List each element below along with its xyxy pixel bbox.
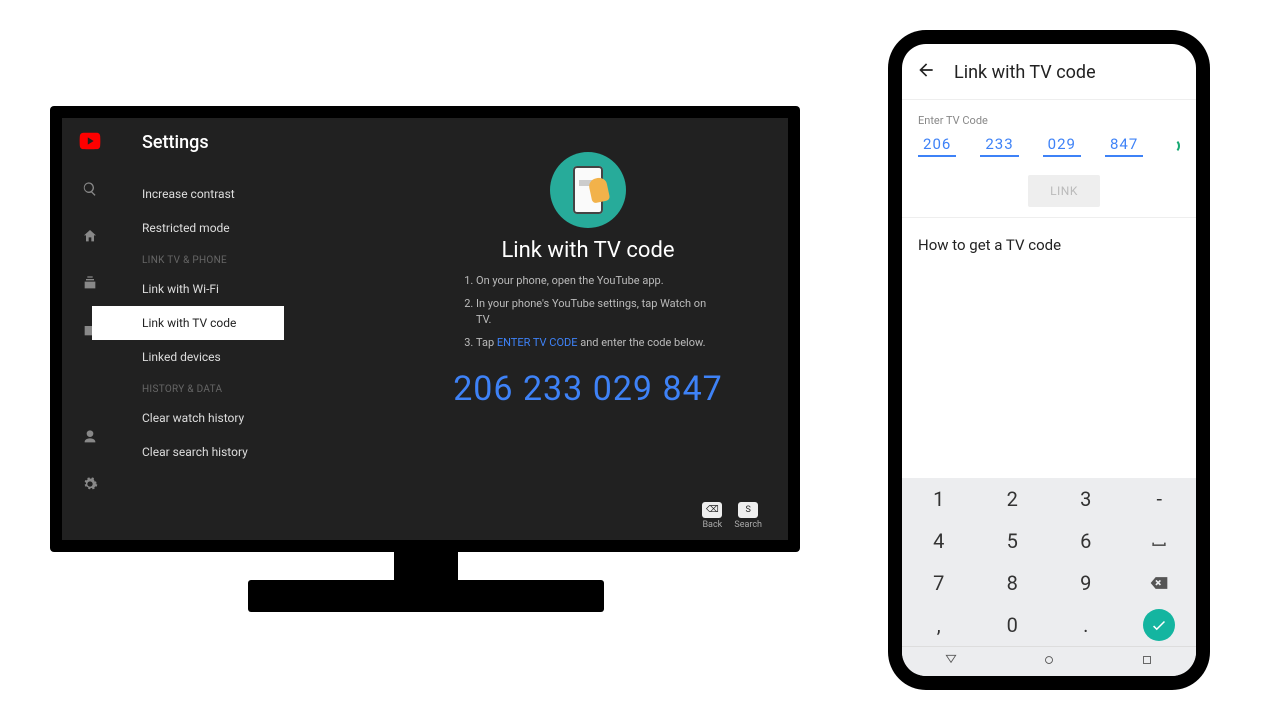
hint-search: S Search (734, 502, 762, 530)
code-input-4[interactable]: 847 (1105, 135, 1143, 157)
page-title: Settings (118, 126, 388, 177)
menu-item-clear-search-history[interactable]: Clear search history (118, 435, 388, 469)
remote-hints: ⌫ Back S Search (702, 502, 762, 530)
hero-illustration (550, 152, 626, 228)
key-3[interactable]: 3 (1049, 478, 1123, 520)
search-icon[interactable] (82, 181, 98, 200)
back-arrow-icon[interactable] (916, 60, 936, 85)
code-groups: 206 233 029 847 (918, 135, 1180, 157)
nav-home-icon[interactable] (1042, 652, 1056, 671)
detail-pane: Link with TV code On your phone, open th… (388, 118, 788, 540)
key-backspace[interactable] (1123, 562, 1197, 604)
numeric-keypad: 1 2 3 - 4 5 6 7 8 9 , 0 . (902, 478, 1196, 646)
youtube-logo-icon (79, 132, 101, 153)
key-6[interactable]: 6 (1049, 520, 1123, 562)
tv-frame: Settings Increase contrast Restricted mo… (50, 106, 800, 552)
back-key-icon: ⌫ (702, 502, 722, 518)
account-icon[interactable] (82, 429, 98, 448)
howto-link[interactable]: How to get a TV code (902, 218, 1196, 272)
code-form: Enter TV Code 206 233 029 847 LINK (902, 100, 1196, 218)
code-input-2[interactable]: 233 (980, 135, 1018, 157)
instruction-step: In your phone's YouTube settings, tap Wa… (476, 296, 718, 329)
gear-icon[interactable] (82, 476, 98, 495)
key-enter[interactable] (1123, 604, 1197, 646)
field-label: Enter TV Code (918, 114, 1180, 127)
key-7[interactable]: 7 (902, 562, 976, 604)
key-comma[interactable]: , (902, 604, 976, 646)
menu-item-link-tv-code[interactable]: Link with TV code (92, 306, 284, 340)
instruction-step: On your phone, open the YouTube app. (476, 273, 718, 290)
key-dash[interactable]: - (1123, 478, 1197, 520)
instruction-list: On your phone, open the YouTube app. In … (458, 273, 718, 351)
key-2[interactable]: 2 (976, 478, 1050, 520)
phone-screen: Link with TV code Enter TV Code 206 233 … (902, 44, 1196, 676)
key-5[interactable]: 5 (976, 520, 1050, 562)
phone-frame: Link with TV code Enter TV Code 206 233 … (888, 30, 1210, 690)
code-input-3[interactable]: 029 (1043, 135, 1081, 157)
key-0[interactable]: 0 (976, 604, 1050, 646)
search-key-icon: S (738, 502, 758, 518)
nav-back-icon[interactable] (944, 652, 958, 671)
home-icon[interactable] (82, 228, 98, 247)
settings-menu: Settings Increase contrast Restricted mo… (118, 118, 388, 540)
menu-item-clear-watch-history[interactable]: Clear watch history (118, 401, 388, 435)
subscriptions-icon[interactable] (82, 275, 98, 294)
menu-item-linked-devices[interactable]: Linked devices (118, 340, 388, 374)
nav-recent-icon[interactable] (1140, 652, 1154, 671)
menu-item-restricted-mode[interactable]: Restricted mode (118, 211, 388, 245)
key-4[interactable]: 4 (902, 520, 976, 562)
key-period[interactable]: . (1049, 604, 1123, 646)
key-8[interactable]: 8 (976, 562, 1050, 604)
key-9[interactable]: 9 (1049, 562, 1123, 604)
instruction-step: Tap ENTER TV CODE and enter the code bel… (476, 335, 718, 352)
tv-stand (248, 580, 604, 612)
loading-spinner-icon (1167, 139, 1180, 153)
key-space[interactable] (1123, 520, 1197, 562)
hint-back: ⌫ Back (702, 502, 722, 530)
tv-code: 206 233 029 847 (418, 369, 758, 409)
menu-item-increase-contrast[interactable]: Increase contrast (118, 177, 388, 211)
appbar-title: Link with TV code (954, 62, 1096, 83)
android-navbar (902, 646, 1196, 676)
section-link-tv-phone: LINK TV & PHONE (118, 245, 388, 272)
tv-screen: Settings Increase contrast Restricted mo… (62, 118, 788, 540)
code-input-1[interactable]: 206 (918, 135, 956, 157)
link-button[interactable]: LINK (1028, 175, 1100, 207)
key-1[interactable]: 1 (902, 478, 976, 520)
menu-item-link-wifi[interactable]: Link with Wi-Fi (118, 272, 388, 306)
check-icon (1143, 609, 1175, 641)
appbar: Link with TV code (902, 44, 1196, 100)
section-history-data: HISTORY & DATA (118, 374, 388, 401)
detail-heading: Link with TV code (418, 238, 758, 263)
